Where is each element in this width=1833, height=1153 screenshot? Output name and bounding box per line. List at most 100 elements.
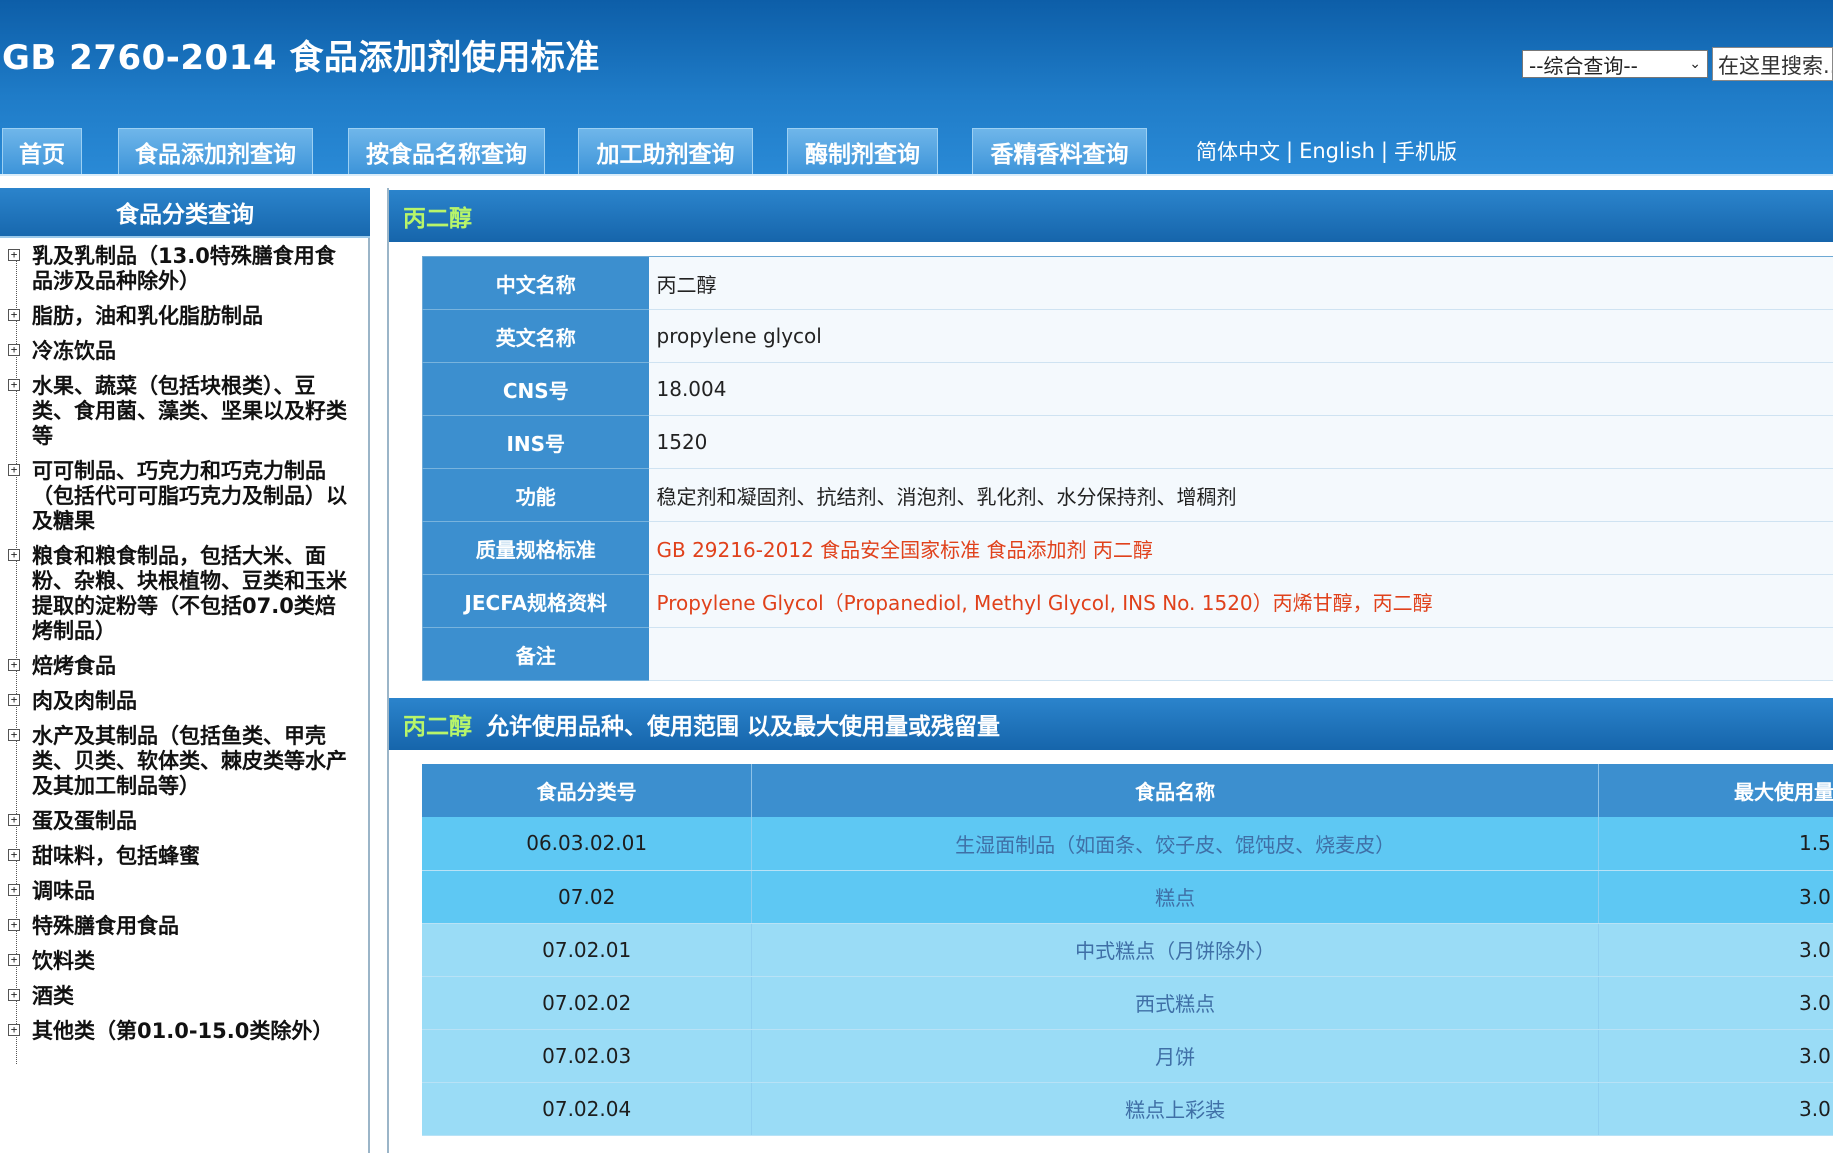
info-row: CNS号 18.004 <box>422 362 1833 416</box>
lang-link-simplified-chinese[interactable]: 简体中文 <box>1196 136 1280 166</box>
tree-item-label[interactable]: 脂肪，油和乳化脂肪制品 <box>32 304 352 329</box>
usage-table: 食品分类号 食品名称 最大使用量 06.03.02.01 生湿面制品（如面条、饺… <box>422 764 1833 1136</box>
cell-food-name-link[interactable]: 中式糕点（月饼除外） <box>751 923 1599 977</box>
food-category-sidebar: 食品分类查询 + 乳及乳制品（13.0特殊膳食用食品涉及品种除外） + 脂肪，油和乳… <box>0 188 370 1153</box>
tree-item[interactable]: + 饮料类 <box>8 949 368 974</box>
tree-item-label[interactable]: 蛋及蛋制品 <box>32 809 352 834</box>
quality-standard-link[interactable]: GB 29216-2012 食品安全国家标准 食品添加剂 丙二醇 <box>648 521 1833 575</box>
tree-item-label[interactable]: 冷冻饮品 <box>32 339 352 364</box>
expand-plus-icon[interactable]: + <box>8 659 20 671</box>
info-key: CNS号 <box>422 362 649 416</box>
info-row: 功能 稳定剂和凝固剂、抗结剂、消泡剂、乳化剂、水分保持剂、增稠剂 <box>422 468 1833 522</box>
tree-item[interactable]: + 其他类（第01.0-15.0类除外） <box>8 1019 368 1044</box>
search-select-value: --综合查询-- <box>1529 53 1638 78</box>
cell-code: 07.02.03 <box>422 1029 753 1083</box>
expand-plus-icon[interactable]: + <box>8 549 20 561</box>
tree-item-label[interactable]: 可可制品、巧克力和巧克力制品（包括代可可脂巧克力及制品）以及糖果 <box>32 459 352 534</box>
info-value: 丙二醇 <box>648 256 1833 310</box>
usage-title: 允许使用品种、使用范围 以及最大使用量或残留量 <box>486 714 1001 740</box>
info-row: 英文名称 propylene glycol <box>422 309 1833 363</box>
column-header-food-name: 食品名称 <box>751 764 1599 817</box>
cell-code: 07.02.04 <box>422 1082 753 1136</box>
tab-flavor-query[interactable]: 香精香料查询 <box>972 128 1147 174</box>
expand-plus-icon[interactable]: + <box>8 849 20 861</box>
tree-item-label[interactable]: 甜味料，包括蜂蜜 <box>32 844 352 869</box>
table-row: 06.03.02.01 生湿面制品（如面条、饺子皮、馄饨皮、烧麦皮） 1.5 <box>422 817 1833 871</box>
cell-max-usage: 3.0 <box>1598 1029 1833 1083</box>
tree-item-label[interactable]: 水产及其制品（包括鱼类、甲壳类、贝类、软体类、棘皮类等水产及其加工制品等） <box>32 724 352 799</box>
tree-item[interactable]: + 可可制品、巧克力和巧克力制品（包括代可可脂巧克力及制品）以及糖果 <box>8 459 368 534</box>
expand-plus-icon[interactable]: + <box>8 814 20 826</box>
info-value: 稳定剂和凝固剂、抗结剂、消泡剂、乳化剂、水分保持剂、增稠剂 <box>648 468 1833 522</box>
tab-additive-query[interactable]: 食品添加剂查询 <box>118 128 313 174</box>
cell-food-name-link[interactable]: 糕点 <box>751 870 1599 924</box>
tree-item-label[interactable]: 肉及肉制品 <box>32 689 352 714</box>
chevron-down-icon: ⌄ <box>1689 56 1701 72</box>
expand-plus-icon[interactable]: + <box>8 309 20 321</box>
tree-item[interactable]: + 酒类 <box>8 984 368 1009</box>
search-category-select[interactable]: --综合查询-- ⌄ <box>1522 50 1708 78</box>
info-key: 备注 <box>422 627 649 681</box>
tree-item-label[interactable]: 其他类（第01.0-15.0类除外） <box>32 1019 352 1044</box>
table-row: 07.02.01 中式糕点（月饼除外） 3.0 <box>422 923 1833 977</box>
tree-item[interactable]: + 调味品 <box>8 879 368 904</box>
tree-item[interactable]: + 乳及乳制品（13.0特殊膳食用食品涉及品种除外） <box>8 244 368 294</box>
expand-plus-icon[interactable]: + <box>8 694 20 706</box>
tree-item[interactable]: + 冷冻饮品 <box>8 339 368 364</box>
cell-max-usage: 3.0 <box>1598 923 1833 977</box>
expand-plus-icon[interactable]: + <box>8 249 20 261</box>
info-value: 1520 <box>648 415 1833 469</box>
tree-item-label[interactable]: 粮食和粮食制品，包括大米、面粉、杂粮、块根植物、豆类和玉米提取的淀粉等（不包括0… <box>32 544 352 644</box>
info-key: JECFA规格资料 <box>422 574 649 628</box>
usage-section-header: 丙二醇 允许使用品种、使用范围 以及最大使用量或残留量 <box>389 698 1833 750</box>
expand-plus-icon[interactable]: + <box>8 989 20 1001</box>
search-input[interactable]: 在这里搜索... <box>1712 47 1833 81</box>
lang-link-mobile[interactable]: 手机版 <box>1394 136 1457 166</box>
tree-item-label[interactable]: 焙烤食品 <box>32 654 352 679</box>
tree-item-label[interactable]: 饮料类 <box>32 949 352 974</box>
tab-enzyme-query[interactable]: 酶制剂查询 <box>787 128 938 174</box>
tab-processing-aid-query[interactable]: 加工助剂查询 <box>578 128 753 174</box>
info-row: 质量规格标准 GB 29216-2012 食品安全国家标准 食品添加剂 丙二醇 <box>422 521 1833 575</box>
cell-food-name-link[interactable]: 生湿面制品（如面条、饺子皮、馄饨皮、烧麦皮） <box>751 817 1599 871</box>
tree-item[interactable]: + 肉及肉制品 <box>8 689 368 714</box>
tree-item-label[interactable]: 乳及乳制品（13.0特殊膳食用食品涉及品种除外） <box>32 244 352 294</box>
tree-item[interactable]: + 特殊膳食用食品 <box>8 914 368 939</box>
expand-plus-icon[interactable]: + <box>8 1024 20 1036</box>
jecfa-spec-link[interactable]: Propylene Glycol（Propanediol, Methyl Gly… <box>648 574 1833 628</box>
cell-food-name-link[interactable]: 西式糕点 <box>751 976 1599 1030</box>
column-header-max-usage: 最大使用量 <box>1598 764 1833 817</box>
tree-item[interactable]: + 脂肪，油和乳化脂肪制品 <box>8 304 368 329</box>
tree-item[interactable]: + 蛋及蛋制品 <box>8 809 368 834</box>
tree-item[interactable]: + 甜味料，包括蜂蜜 <box>8 844 368 869</box>
cell-code: 07.02.02 <box>422 976 753 1030</box>
main-content: 丙二醇 中文名称 丙二醇 英文名称 propylene glycol CNS号 … <box>387 188 1833 1153</box>
cell-food-name-link[interactable]: 糕点上彩装 <box>751 1082 1599 1136</box>
info-row: 备注 <box>422 627 1833 681</box>
tree-item-label[interactable]: 酒类 <box>32 984 352 1009</box>
tree-item-label[interactable]: 调味品 <box>32 879 352 904</box>
expand-plus-icon[interactable]: + <box>8 919 20 931</box>
expand-plus-icon[interactable]: + <box>8 954 20 966</box>
tab-food-name-query[interactable]: 按食品名称查询 <box>348 128 545 174</box>
cell-food-name-link[interactable]: 月饼 <box>751 1029 1599 1083</box>
tab-home[interactable]: 首页 <box>2 128 82 174</box>
expand-plus-icon[interactable]: + <box>8 884 20 896</box>
usage-header-row: 食品分类号 食品名称 最大使用量 <box>422 764 1833 817</box>
expand-plus-icon[interactable]: + <box>8 379 20 391</box>
expand-plus-icon[interactable]: + <box>8 344 20 356</box>
tree-item[interactable]: + 焙烤食品 <box>8 654 368 679</box>
expand-plus-icon[interactable]: + <box>8 464 20 476</box>
lang-link-english[interactable]: English <box>1299 139 1375 163</box>
tree-item[interactable]: + 粮食和粮食制品，包括大米、面粉、杂粮、块根植物、豆类和玉米提取的淀粉等（不包括… <box>8 544 368 644</box>
cell-max-usage: 1.5 <box>1598 817 1833 871</box>
tree-item[interactable]: + 水果、蔬菜（包括块根类）、豆类、食用菌、藻类、坚果以及籽类等 <box>8 374 368 449</box>
cell-max-usage: 3.0 <box>1598 976 1833 1030</box>
tree-item[interactable]: + 水产及其制品（包括鱼类、甲壳类、贝类、软体类、棘皮类等水产及其加工制品等） <box>8 724 368 799</box>
additive-info-table: 中文名称 丙二醇 英文名称 propylene glycol CNS号 18.0… <box>422 256 1833 681</box>
language-links: 简体中文 | English | 手机版 <box>1196 138 1457 164</box>
tree-item-label[interactable]: 特殊膳食用食品 <box>32 914 352 939</box>
expand-plus-icon[interactable]: + <box>8 729 20 741</box>
site-header: GB 2760-2014 食品添加剂使用标准 --综合查询-- ⌄ 在这里搜索.… <box>0 0 1833 176</box>
tree-item-label[interactable]: 水果、蔬菜（包括块根类）、豆类、食用菌、藻类、坚果以及籽类等 <box>32 374 352 449</box>
